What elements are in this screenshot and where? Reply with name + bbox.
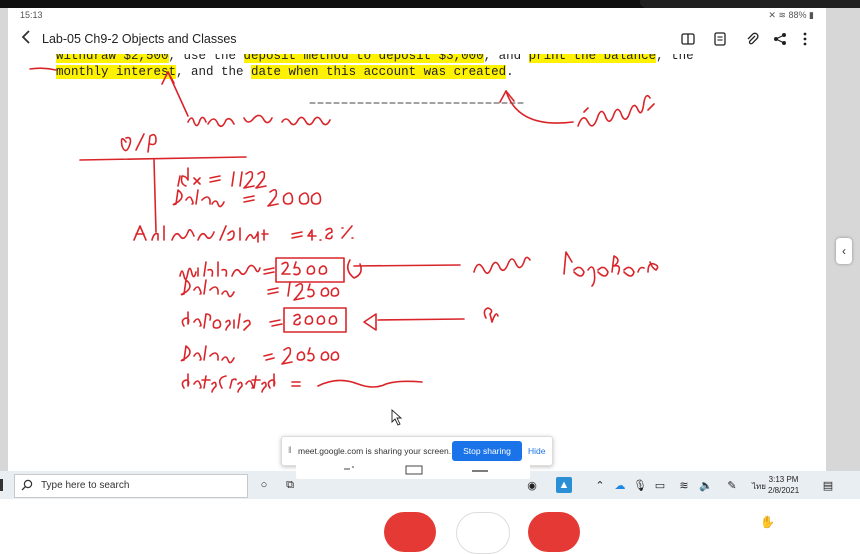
more-vertical-icon[interactable] — [796, 30, 814, 48]
meet-controls-strip: ✋ — [0, 499, 860, 554]
app-active-icon[interactable]: ▲ — [556, 477, 572, 493]
search-placeholder: Type here to search — [41, 480, 130, 491]
note-icon[interactable] — [711, 30, 729, 48]
status-time: 15:13 — [20, 10, 43, 20]
battery-level: 88% — [788, 10, 807, 20]
document-title: Lab-05 Ch9-2 Objects and Classes — [42, 32, 237, 46]
mute-icon: ✕ — [768, 10, 776, 20]
pen-icon[interactable]: ✎ — [724, 477, 740, 493]
mouse-cursor-icon — [391, 408, 403, 426]
paperclip-icon[interactable] — [743, 30, 761, 48]
status-bar: 15:13 ✕ ≋ 88% ▮ — [8, 8, 826, 24]
cortana-icon[interactable]: ○ — [256, 477, 272, 493]
wifi-icon: ≋ — [778, 10, 786, 20]
camera-toggle-button[interactable] — [528, 512, 580, 552]
document-view[interactable]: withdraw $2,500, use the deposit method … — [8, 54, 826, 471]
meet-mini-toolbar — [296, 463, 530, 479]
notifications-icon[interactable]: ▤ — [820, 477, 836, 493]
end-call-button[interactable] — [456, 512, 510, 554]
left-margin — [0, 8, 8, 471]
app-header: Lab-05 Ch9-2 Objects and Classes — [8, 24, 826, 54]
top-strip-tab — [640, 0, 860, 8]
book-icon[interactable] — [679, 30, 697, 48]
screen-share-bar: ‖ meet.google.com is sharing your screen… — [281, 436, 553, 466]
meet-toolbar-icons — [344, 465, 488, 475]
app-icon[interactable]: ◉ — [524, 477, 540, 493]
tray-time: 3:13 PM — [768, 475, 799, 484]
chevron-left-icon — [21, 30, 30, 44]
network-icon[interactable]: ≋ — [676, 477, 692, 493]
status-indicators: ✕ ≋ 88% ▮ — [768, 10, 814, 21]
battery-icon: ▮ — [809, 10, 814, 20]
side-panel-handle[interactable]: ‹ — [836, 238, 852, 264]
volume-icon[interactable]: 🔈 — [698, 477, 714, 493]
hide-button[interactable]: Hide — [528, 446, 545, 456]
search-icon — [21, 479, 33, 491]
microphone-icon[interactable]: 🎙 — [632, 477, 648, 493]
share-icon[interactable] — [771, 30, 789, 48]
handwritten-annotations — [29, 67, 659, 426]
taskbar-search[interactable]: Type here to search — [14, 474, 248, 498]
tray-expand-icon[interactable]: ⌃ — [592, 477, 608, 493]
battery-tray-icon[interactable]: ▭ — [652, 477, 668, 493]
share-message: meet.google.com is sharing your screen. — [298, 446, 452, 456]
language-indicator[interactable]: ไทย — [752, 480, 766, 493]
task-view-icon[interactable]: ⧉ — [282, 477, 298, 493]
drag-handle-icon[interactable]: ‖ — [288, 445, 292, 455]
back-button[interactable] — [20, 29, 32, 48]
tray-clock[interactable]: 3:13 PM 2/8/2021 — [768, 474, 799, 496]
start-button[interactable] — [0, 479, 3, 491]
chevron-left-icon: ‹ — [842, 244, 846, 258]
onedrive-icon[interactable]: ☁ — [612, 477, 628, 493]
tray-date: 2/8/2021 — [768, 486, 800, 495]
stop-sharing-button[interactable]: Stop sharing — [452, 441, 522, 461]
mic-toggle-button[interactable] — [384, 512, 436, 552]
